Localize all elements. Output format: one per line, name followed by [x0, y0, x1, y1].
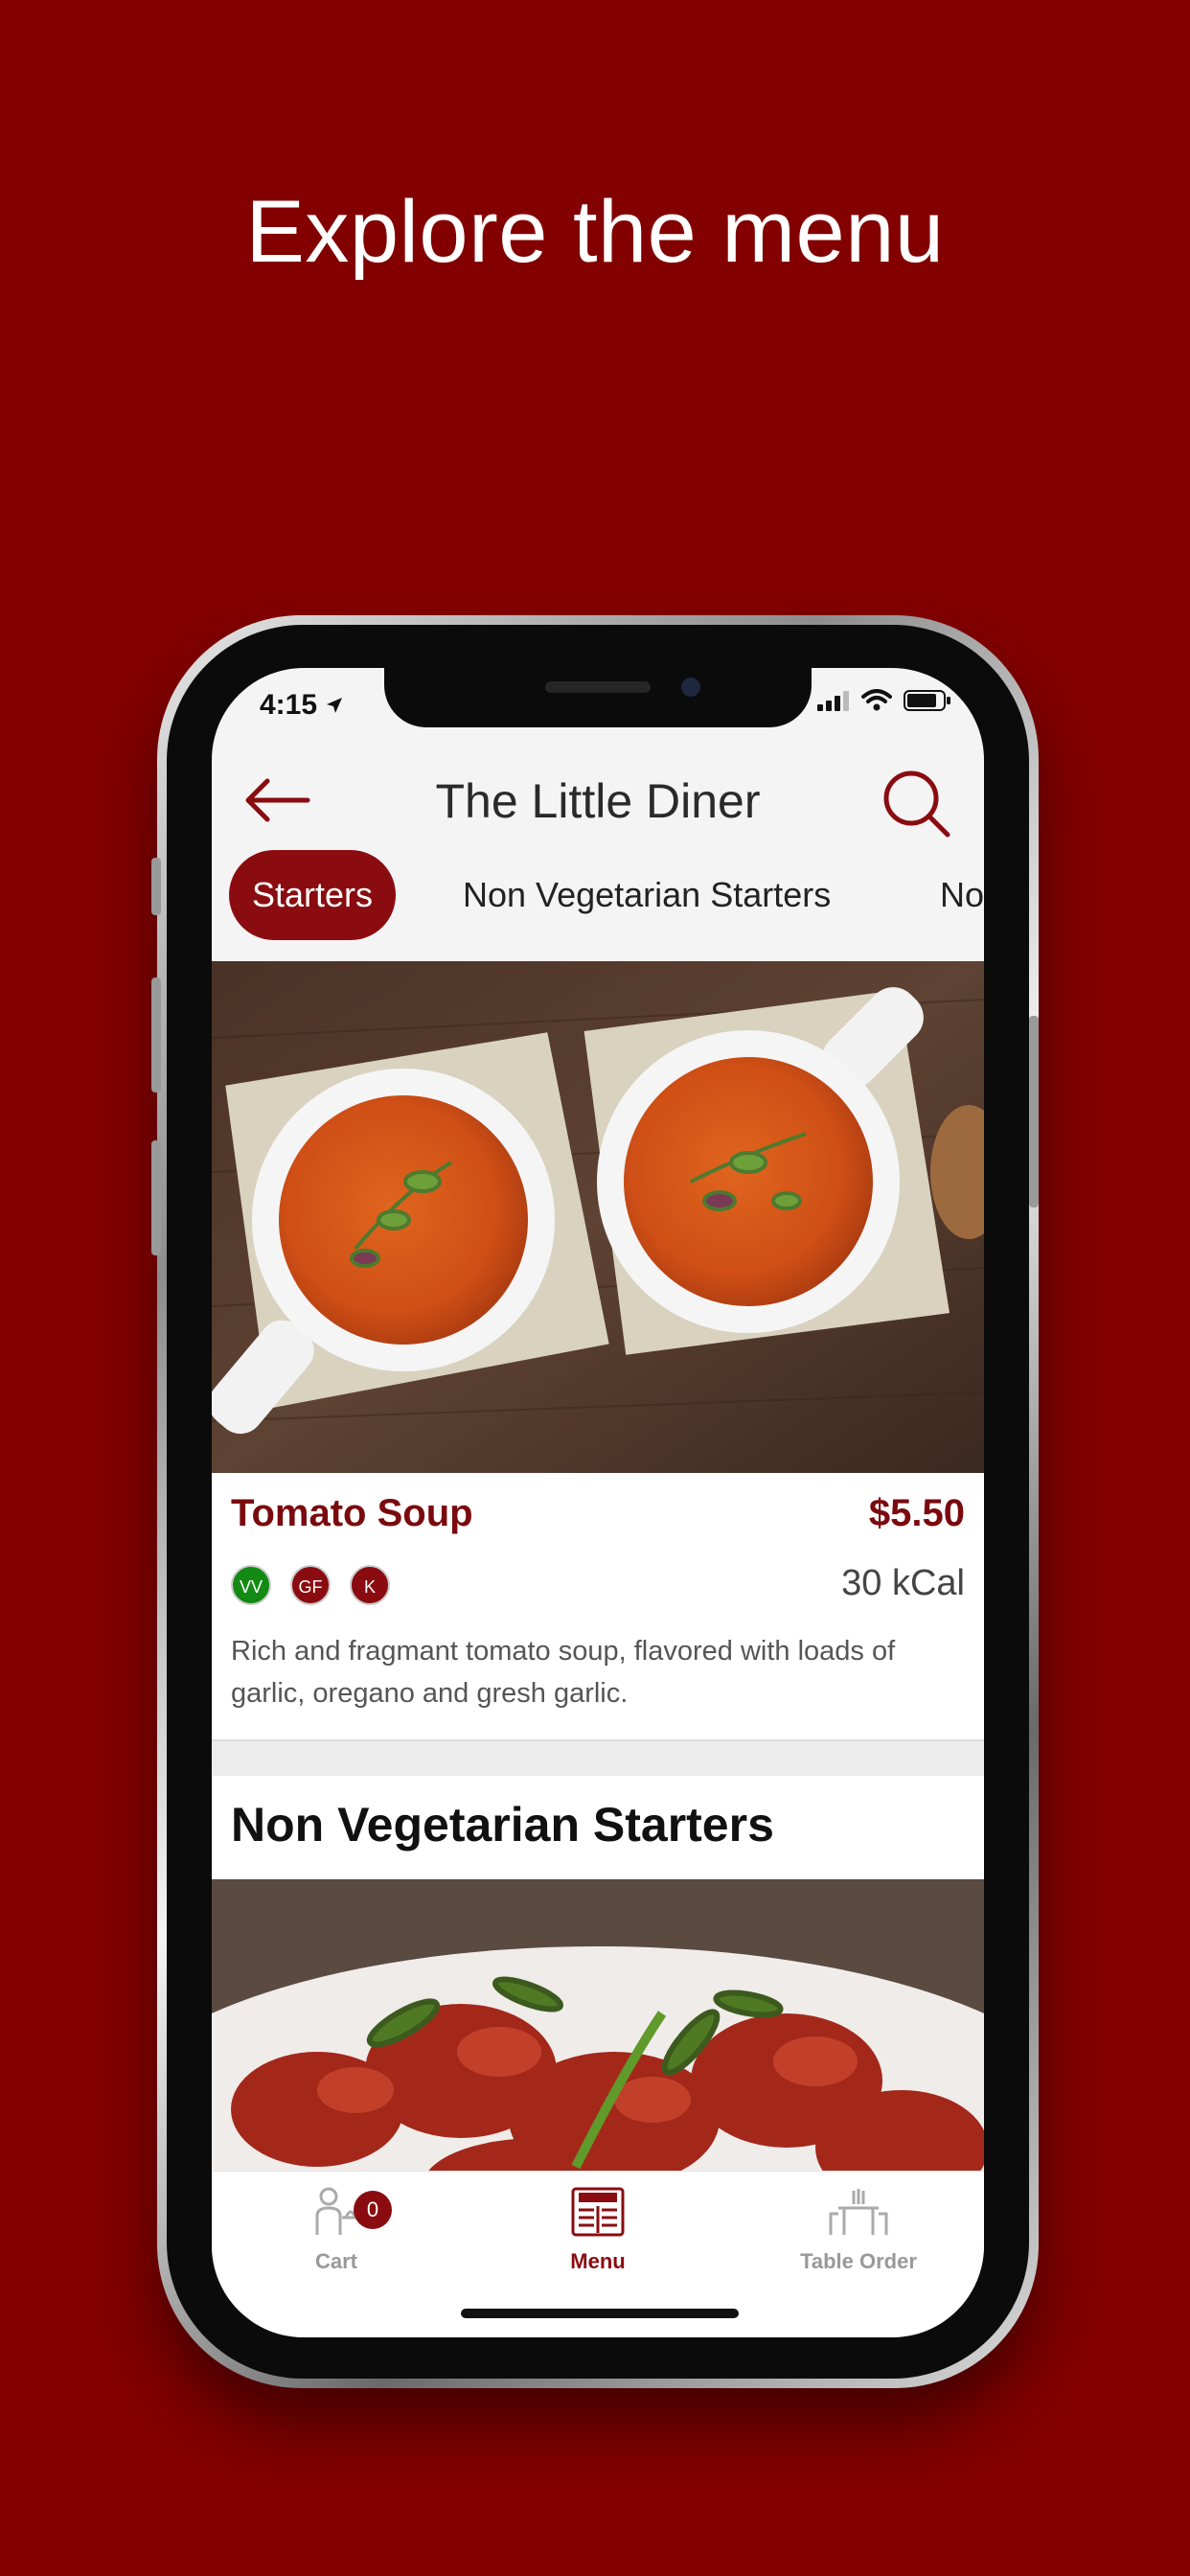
- vegan-badge: VV: [231, 1565, 271, 1605]
- section-header: Non Vegetarian Starters: [212, 1776, 984, 1879]
- tab-starters[interactable]: Starters: [229, 850, 397, 940]
- dish-description: Rich and fragmant tomato soup, flavored …: [231, 1636, 896, 1709]
- category-tabs: Starters Non Vegetarian Starters No: [212, 850, 984, 955]
- food-photo-chicken: [212, 1879, 984, 2205]
- gluten-free-badge: GF: [290, 1565, 331, 1605]
- app-header: The Little Diner: [212, 754, 984, 850]
- notch: [384, 668, 812, 727]
- tab-menu[interactable]: Menu: [502, 2185, 694, 2274]
- tab-label-menu: Menu: [570, 2249, 626, 2273]
- status-time: 4:15: [260, 689, 344, 722]
- status-time-text: 4:15: [260, 689, 318, 721]
- tab-non-vegetarian-starters[interactable]: Non Vegetarian Starters: [463, 850, 831, 940]
- phone-silent-switch: [151, 858, 161, 915]
- tomato-soup-image[interactable]: [212, 961, 984, 1473]
- home-indicator: [461, 2309, 739, 2318]
- battery-icon: [904, 690, 950, 711]
- tab-cart[interactable]: 0 Cart: [240, 2185, 432, 2274]
- section-title: Non Vegetarian Starters: [231, 1798, 774, 1852]
- search-button[interactable]: [879, 766, 955, 842]
- page-title: The Little Diner: [435, 774, 761, 828]
- kosher-badge: K: [350, 1565, 390, 1605]
- food-photo-soup: [212, 961, 984, 1473]
- phone-volume-down: [151, 1140, 161, 1255]
- dish-card-tomato-soup[interactable]: Tomato Soup $5.50 VV GF K 30 kCal Rich a…: [212, 1473, 984, 1741]
- location-arrow-icon: [327, 698, 343, 713]
- section-divider: [212, 1741, 984, 1776]
- phone-volume-up: [151, 978, 161, 1092]
- status-icons: [817, 689, 951, 712]
- dining-table-icon: [829, 2189, 888, 2235]
- non-veg-starter-image[interactable]: [212, 1879, 984, 2205]
- dish-price: $5.50: [868, 1492, 965, 1534]
- tab-next-category[interactable]: No: [940, 850, 984, 940]
- dish-calories: 30 kCal: [841, 1563, 965, 1603]
- menu-list: Tomato Soup $5.50 VV GF K 30 kCal Rich a…: [212, 961, 984, 2205]
- phone-power-button: [1029, 1016, 1039, 1208]
- menu-book-icon: [571, 2187, 625, 2237]
- phone-screen: 4:15 The Little Diner Starters Non Veget…: [212, 668, 984, 2337]
- tab-table-order[interactable]: Table Order: [763, 2185, 954, 2274]
- diet-badges: VV GF K: [231, 1565, 390, 1605]
- tab-label-cart: Cart: [314, 2249, 357, 2273]
- wifi-icon: [861, 689, 892, 711]
- cart-count-badge: 0: [354, 2191, 392, 2229]
- tab-label-table-order: Table Order: [800, 2249, 917, 2273]
- promo-headline: Explore the menu: [245, 183, 945, 281]
- signal-icon: [817, 691, 849, 711]
- dish-name: Tomato Soup: [231, 1492, 473, 1534]
- search-icon: [883, 770, 950, 838]
